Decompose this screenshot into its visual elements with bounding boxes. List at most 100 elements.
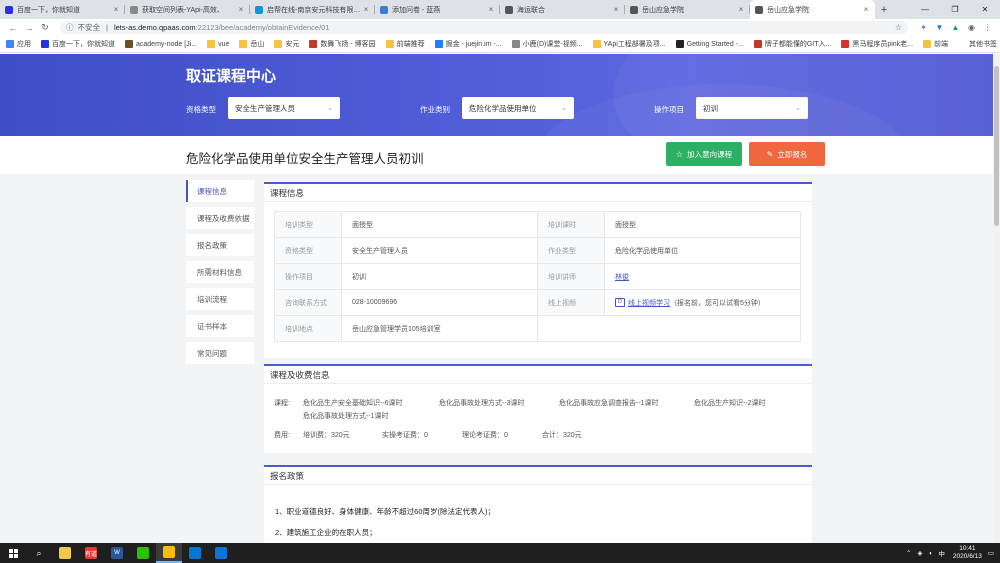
minimize-button[interactable]: — <box>910 0 940 19</box>
extension-icon[interactable]: ▲ <box>949 21 962 34</box>
info-icon[interactable]: ⓘ <box>66 22 74 33</box>
table-row: 培训地点 岳山应急管理学员105培训室 <box>274 315 801 342</box>
bookmark-label: 前端推荐 <box>396 41 425 48</box>
volume-icon[interactable]: ◖ <box>928 550 932 557</box>
bookmark-label: 前端 <box>934 41 949 48</box>
close-tab-icon[interactable]: × <box>362 5 370 14</box>
bookmark-item[interactable]: academy-node [Ji... <box>125 40 197 48</box>
browser-tab-strip: 百度一下，你就知道 × 获取空间列表-YApi-高效、 × 启帮在线-南京安元科技有限公… <box>0 0 1000 19</box>
close-tab-icon[interactable]: × <box>112 5 120 14</box>
bookmark-item[interactable]: vue <box>207 40 229 48</box>
online-video-link[interactable]: 线上视频学习 <box>628 300 670 307</box>
filter-label-category: 作业类别 <box>420 105 450 114</box>
nav-training-process[interactable]: 培训流程 <box>186 288 254 310</box>
clock[interactable]: 10:41 2020/6/13 <box>953 545 982 561</box>
bookmark-item[interactable]: 数舞飞扬 - 博客园 <box>309 39 376 49</box>
close-tab-icon[interactable]: × <box>612 5 620 14</box>
bookmark-item[interactable]: 应用 <box>6 39 31 49</box>
reload-icon[interactable]: ↻ <box>38 22 52 33</box>
forward-icon[interactable]: → <box>22 23 36 33</box>
signup-button[interactable]: ✎ 立即报名 <box>749 142 825 166</box>
search-icon[interactable]: ⌕ <box>26 543 52 563</box>
bookmark-item[interactable]: 前端 <box>923 39 948 49</box>
table-key: 线上视频 <box>537 289 605 316</box>
nav-course-info[interactable]: 课程信息 <box>186 180 254 202</box>
bookmark-item[interactable]: 掘金 - juejin.im -... <box>434 39 502 49</box>
page-scrollbar[interactable] <box>993 54 1000 543</box>
url-input[interactable]: ⓘ 不安全 | lets-as.demo.qpaas.com :22123/be… <box>60 21 908 34</box>
bookmark-icon <box>675 40 684 48</box>
bookmark-item[interactable]: 前端推荐 <box>385 39 425 49</box>
other-bookmarks-label: 其他书签 <box>969 41 998 48</box>
notification-icon[interactable]: ▭ <box>988 549 994 557</box>
network-icon[interactable]: ◈ <box>917 549 922 557</box>
extension-icon[interactable]: ▼ <box>933 21 946 34</box>
new-tab-button[interactable]: + <box>875 0 893 19</box>
add-intent-course-button[interactable]: ☆ 加入意向课程 <box>666 142 742 166</box>
browser-tab[interactable]: 岳山应急学院 × <box>625 0 750 19</box>
chrome-taskbar-icon[interactable] <box>156 543 182 563</box>
favicon-icon <box>630 5 638 14</box>
nav-faq[interactable]: 常见问题 <box>186 342 254 364</box>
bookmark-label: 岳山 <box>250 41 265 48</box>
file-explorer-taskbar-icon[interactable] <box>52 543 78 563</box>
bookmark-item[interactable]: 百度一下，你就知道 <box>41 39 115 49</box>
browser-tab[interactable]: 启帮在线-南京安元科技有限公司 × <box>250 0 375 19</box>
bookmark-icon <box>385 40 394 48</box>
edit-icon: ✎ <box>766 149 774 159</box>
favicon-icon <box>130 5 138 14</box>
menu-icon[interactable]: ⋮ <box>981 21 994 34</box>
course-info-panel: 课程信息 培训类型 面授型 培训课时 面授型 资格类型 安全生产管理人员 作业类… <box>264 182 812 358</box>
close-tab-icon[interactable]: × <box>237 5 245 14</box>
table-key: 培训地点 <box>274 315 342 342</box>
qualification-select[interactable]: 安全生产管理人员 ⌄ <box>228 97 340 119</box>
scrollbar-thumb[interactable] <box>994 66 999 226</box>
close-window-button[interactable]: ✕ <box>970 0 1000 19</box>
browser-tab[interactable]: 添加问卷 - 蓝燕 × <box>375 0 500 19</box>
browser-tab[interactable]: 海运联合 × <box>500 0 625 19</box>
close-tab-icon[interactable]: × <box>487 5 495 14</box>
maximize-button[interactable]: ❐ <box>940 0 970 19</box>
browser-tab[interactable]: 百度一下，你就知道 × <box>0 0 125 19</box>
app-red-taskbar-icon[interactable]: 有道 <box>78 543 104 563</box>
vscode-taskbar-icon[interactable] <box>182 543 208 563</box>
extension-icon[interactable]: ✦ <box>917 21 930 34</box>
browser-tab[interactable]: 获取空间列表-YApi-高效、 × <box>125 0 250 19</box>
chevron-down-icon: ⌄ <box>561 105 567 112</box>
browser-tab[interactable]: 岳山应急学院 × <box>750 0 875 19</box>
close-tab-icon[interactable]: × <box>862 5 870 14</box>
ime-indicator[interactable]: 中 <box>938 548 945 558</box>
policy-item: 1、职业道德良好、身体健康、年龄不超过60周岁(除法定代表人)； <box>275 507 496 516</box>
bookmark-star-icon[interactable]: ☆ <box>895 23 902 32</box>
bookmark-item[interactable]: YApi工程部署及项... <box>592 39 666 49</box>
star-icon: ☆ <box>675 149 684 159</box>
course-item: 危化品事故处理方式--1课时 <box>303 413 389 420</box>
bookmark-item[interactable]: Getting Started -... <box>675 40 744 48</box>
bookmark-item[interactable]: 牌子都能懂的GIT入... <box>753 39 831 49</box>
wechat-taskbar-icon[interactable] <box>130 543 156 563</box>
nav-signup-policy[interactable]: 报名政策 <box>186 234 254 256</box>
chevron-up-icon[interactable]: ⌃ <box>906 549 911 557</box>
bookmark-item[interactable]: 黑马程序员pink老... <box>841 39 913 49</box>
app-grid-taskbar-icon[interactable] <box>208 543 234 563</box>
url-host: lets-as.demo.qpaas.com <box>113 23 196 32</box>
close-tab-icon[interactable]: × <box>737 5 745 14</box>
page-title: 取证课程中心 <box>186 68 277 85</box>
signup-label: 立即报名 <box>777 149 808 159</box>
table-key: 培训课时 <box>537 211 605 238</box>
nav-certificate-sample[interactable]: 证书样本 <box>186 315 254 337</box>
back-icon[interactable]: ← <box>6 23 20 33</box>
nav-required-materials[interactable]: 所需材料信息 <box>186 261 254 283</box>
word-taskbar-icon[interactable]: W <box>104 543 130 563</box>
start-button[interactable] <box>0 543 26 563</box>
other-bookmarks[interactable]: 其他书签 <box>958 39 997 49</box>
bookmark-item[interactable]: 安元 <box>274 39 299 49</box>
operation-select[interactable]: 初训 ⌄ <box>696 97 808 119</box>
instructor-link[interactable]: 林俊 <box>615 274 629 281</box>
bookmark-item[interactable]: 岳山 <box>239 39 264 49</box>
chevron-down-icon: ⌄ <box>795 105 801 112</box>
bookmark-item[interactable]: 小鹿(D)课堂-视频... <box>511 39 583 49</box>
nav-course-fees[interactable]: 课程及收费依据 <box>186 207 254 229</box>
avatar[interactable]: ◉ <box>965 21 978 34</box>
category-select[interactable]: 危险化学品使用单位 ⌄ <box>462 97 574 119</box>
